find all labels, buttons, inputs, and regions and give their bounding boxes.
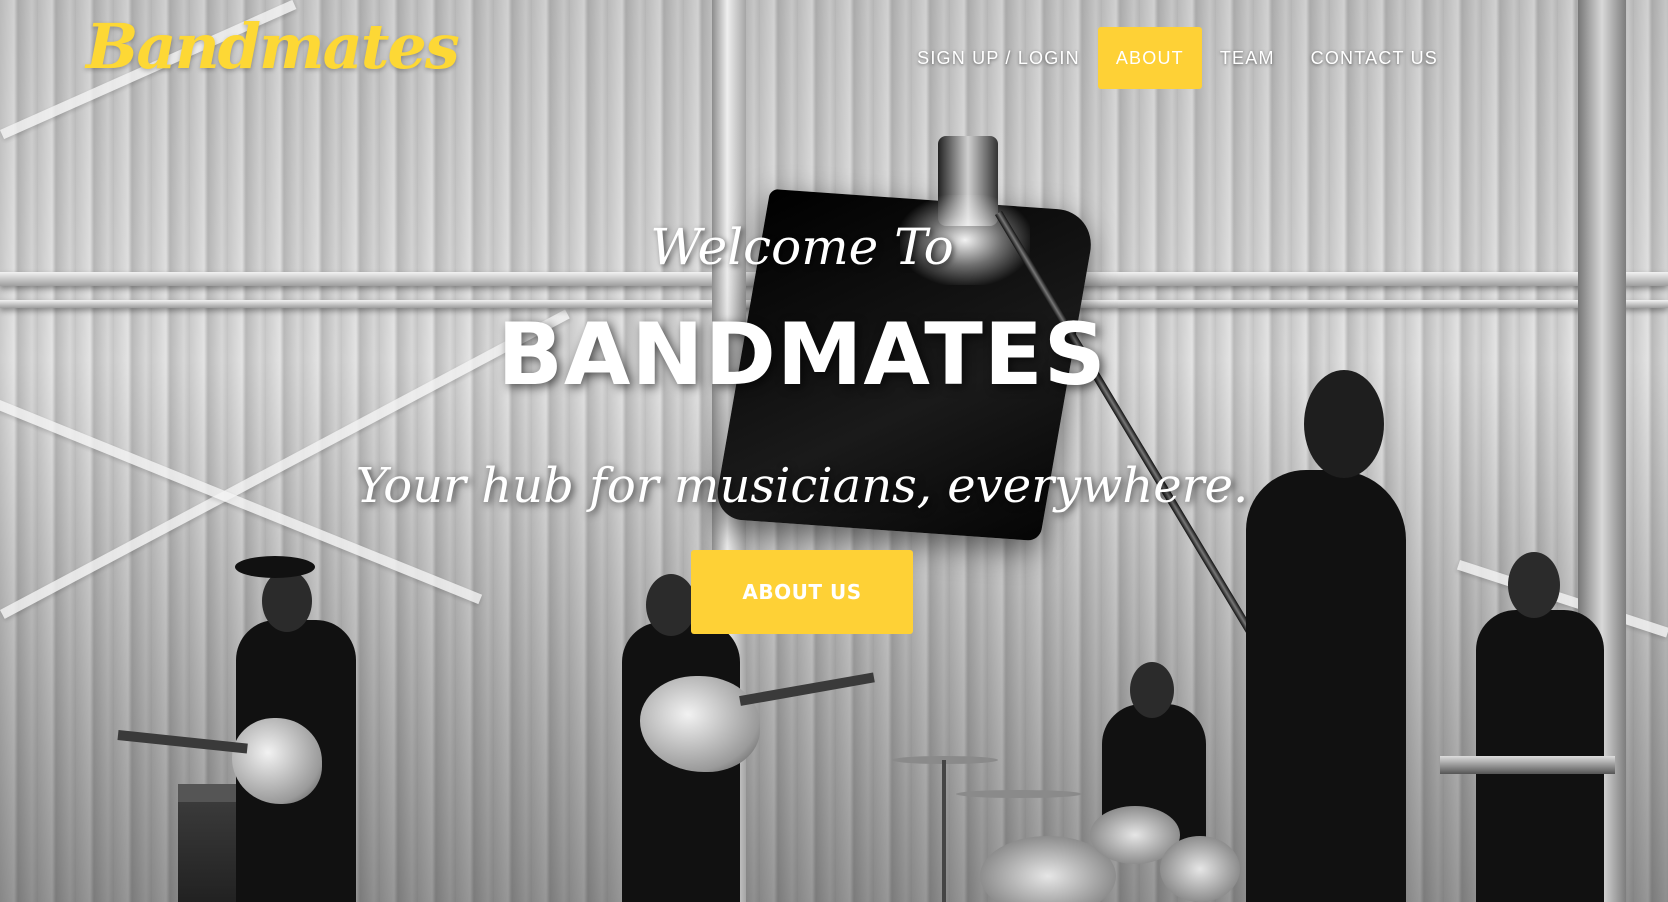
nav-link-contact-us[interactable]: CONTACT US: [1293, 27, 1456, 89]
guitar-neck: [739, 672, 875, 706]
top-navbar: Bandmates SIGN UP / LOGIN ABOUT TEAM CON…: [0, 0, 1668, 118]
musician-head: [262, 570, 312, 632]
musician-head: [1508, 552, 1560, 618]
hero-section: Bandmates SIGN UP / LOGIN ABOUT TEAM CON…: [0, 0, 1668, 902]
musician-head: [1130, 662, 1174, 718]
about-us-button[interactable]: ABOUT US: [691, 550, 913, 634]
nav-link-signup-login[interactable]: SIGN UP / LOGIN: [899, 27, 1098, 89]
keyboard-instrument: [1440, 756, 1615, 774]
guitar-neck: [117, 730, 248, 754]
nav-link-about[interactable]: ABOUT: [1097, 27, 1202, 89]
musician-head: [646, 574, 696, 636]
boom-operator: [1246, 470, 1406, 902]
hat: [235, 556, 315, 578]
hero-tagline: Your hub for musicians, everywhere.: [355, 458, 1249, 514]
hero-lead-in: Welcome To: [650, 218, 954, 276]
snare-drum: [1160, 836, 1240, 902]
cymbal-stand: [942, 760, 946, 902]
brand-logo[interactable]: Bandmates: [86, 16, 460, 78]
nav-link-team[interactable]: TEAM: [1202, 27, 1293, 89]
nav-links: SIGN UP / LOGIN ABOUT TEAM CONTACT US: [899, 27, 1456, 89]
hero-heading: BANDMATES: [497, 305, 1107, 405]
cymbal: [956, 790, 1082, 798]
